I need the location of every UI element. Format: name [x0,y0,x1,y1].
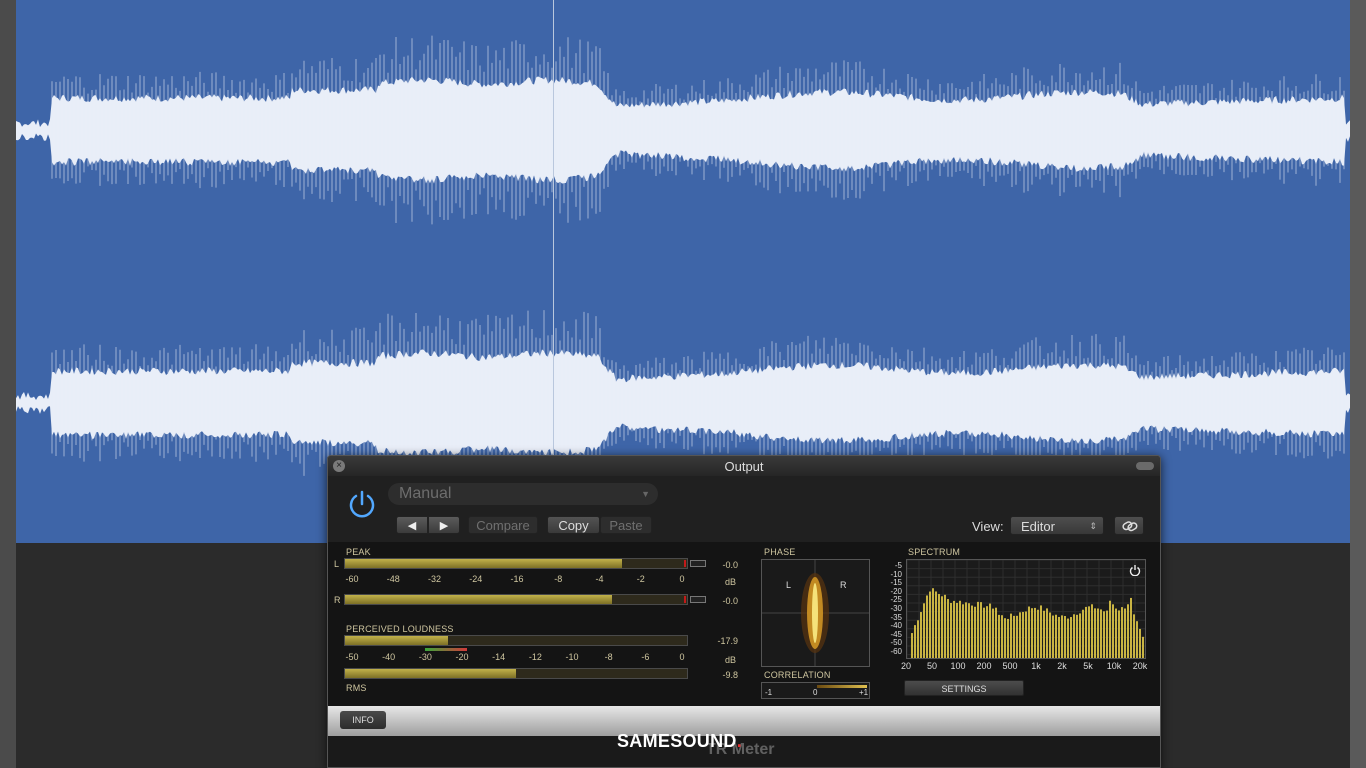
link-icon [1122,521,1138,532]
view-select[interactable]: Editor ⇕ [1010,516,1104,535]
phase-left-label: L [786,580,792,590]
loudness-meter-fill [345,636,448,645]
rms-meter [344,668,688,679]
link-button[interactable] [1114,516,1144,535]
chevron-down-icon: ▼ [641,489,650,499]
copy-button[interactable]: Copy [547,516,600,534]
loudness-unit: dB [724,655,736,665]
compare-button[interactable]: Compare [468,516,538,534]
correlation-label: CORRELATION [764,670,831,680]
peak-scale-tick: 0 [679,574,685,584]
spectrum-x-tick: 10k [1106,661,1122,671]
loudness-target-zone [425,648,467,651]
paste-button[interactable]: Paste [600,516,652,534]
spectrum-x-tick: 20 [900,661,912,671]
spectrum-analyzer [906,559,1146,659]
loudness-scale-tick: -50 [345,652,359,662]
peak-right-clip-mark [684,596,686,603]
window-title: Output [724,459,764,474]
correlation-min: -1 [765,688,773,697]
resize-button[interactable] [1136,462,1154,470]
peak-left-value: -0.0 [722,560,738,570]
peak-scale-tick: -2 [636,574,645,584]
peak-meter-right-fill [345,595,612,604]
spectrum-x-tick: 1k [1031,661,1041,671]
plugin-name-bar: TR Meter [328,736,1160,767]
loudness-meter [344,635,688,646]
loudness-value: -17.9 [717,636,738,646]
correlation-max: +1 [859,688,869,697]
info-button[interactable]: INFO [340,711,386,729]
loudness-scale: -50 -40 -30 -20 -14 -12 -10 -8 -6 0 [344,652,688,666]
loudness-scale-tick: -30 [418,652,432,662]
peak-scale-tick: -24 [469,574,483,584]
loudness-scale-tick: -8 [604,652,613,662]
peak-label: PEAK [346,547,371,557]
spectrum-x-tick: 500 [1002,661,1018,671]
plugin-window: × Output Manual ▼ ◀ ▶ Compare Copy Paste… [327,455,1161,768]
loudness-scale-tick: -6 [641,652,650,662]
loudness-scale-tick: -14 [492,652,506,662]
peak-scale: -60 -48 -32 -24 -16 -8 -4 -2 0 [344,574,688,588]
spectrum-x-tick: 200 [976,661,992,671]
spectrum-x-tick: 5k [1083,661,1093,671]
right-gutter [1350,0,1366,768]
preset-select[interactable]: Manual ▼ [388,483,658,505]
peak-scale-tick: -4 [595,574,604,584]
peak-scale-tick: -8 [554,574,563,584]
phase-right-label: R [840,580,847,590]
spectrum-x-tick: 2k [1057,661,1067,671]
plugin-footer: INFO [328,706,1160,736]
peak-right-label: R [334,595,341,605]
previous-preset-button[interactable]: ◀ [396,516,428,534]
loudness-scale-tick: -12 [528,652,542,662]
spectrum-x-tick: 100 [950,661,966,671]
samesound-watermark: SAMESOUND. [617,731,742,752]
preset-value: Manual [399,485,452,502]
correlation-mid: 0 [813,688,818,697]
loudness-scale-tick: 0 [679,652,685,662]
plugin-header: Manual ▼ ◀ ▶ Compare Copy Paste View: Ed… [328,476,1160,542]
peak-meter-left [344,558,688,569]
peak-right-value: -0.0 [722,596,738,606]
spectrum-power-icon[interactable] [1129,564,1141,576]
peak-left-clip-mark [684,560,686,567]
peak-scale-tick: -48 [386,574,400,584]
watermark-text: SAMESOUND [617,731,737,751]
loudness-scale-tick: -20 [455,652,469,662]
spectrum-bars [906,559,1145,658]
loudness-label: PERCEIVED LOUDNESS [346,624,454,634]
rms-value: -9.8 [722,670,738,680]
meter-panel: PEAK L -0.0 -60 -48 -32 -24 -16 -8 -4 -2 0 dB R … [328,542,1160,706]
peak-unit: dB [724,577,736,587]
rms-label: RMS [346,683,367,693]
view-value: Editor [1021,519,1055,534]
spectrum-x-tick: 50 [926,661,938,671]
spectrum-x-tick: 20k [1132,661,1148,671]
peak-scale-tick: -16 [510,574,524,584]
loudness-scale-tick: -10 [565,652,579,662]
phase-scope-graph [762,560,869,666]
peak-scale-tick: -60 [345,574,359,584]
peak-meter-right [344,594,688,605]
view-label: View: [972,519,1004,534]
correlation-meter: -1 0 +1 [761,682,870,699]
peak-scale-tick: -32 [427,574,442,584]
phase-scope: L R [761,559,870,667]
spectrum-label: SPECTRUM [908,547,961,557]
next-preset-button[interactable]: ▶ [428,516,460,534]
updown-arrows-icon: ⇕ [1089,521,1097,531]
power-icon[interactable] [346,488,378,520]
loudness-scale-tick: -40 [382,652,396,662]
settings-button[interactable]: SETTINGS [904,680,1024,696]
rms-meter-fill [345,669,516,678]
left-gutter [0,0,16,768]
phase-label: PHASE [764,547,796,557]
peak-left-label: L [334,559,340,569]
watermark-dot: . [736,731,743,751]
peak-meter-left-fill [345,559,623,568]
spectrum-y-tick: -60 [890,647,902,656]
screen: × Output Manual ▼ ◀ ▶ Compare Copy Paste… [0,0,1366,768]
plugin-titlebar[interactable]: × Output [328,456,1160,476]
